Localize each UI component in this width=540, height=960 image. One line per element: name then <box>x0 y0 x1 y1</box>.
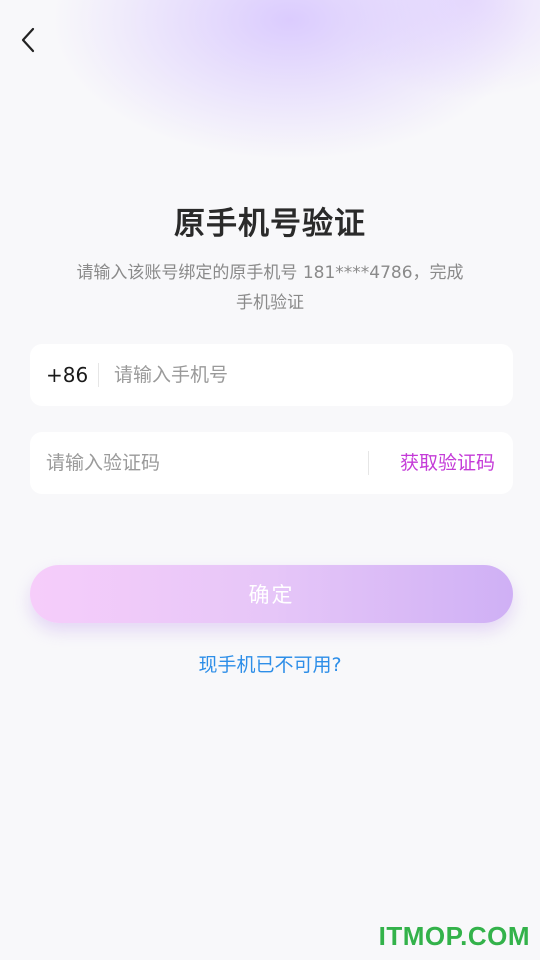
divider <box>368 451 369 475</box>
phone-unavailable-link[interactable]: 现手机已不可用? <box>0 650 540 677</box>
get-code-button[interactable]: 获取验证码 <box>400 432 495 494</box>
verification-code-input[interactable] <box>46 432 356 494</box>
page-title: 原手机号验证 <box>174 206 366 242</box>
confirm-button[interactable]: 确定 <box>30 565 513 623</box>
country-code[interactable]: +86 <box>46 344 88 406</box>
chevron-left-icon <box>21 27 35 53</box>
verification-code-field: 获取验证码 <box>30 432 513 494</box>
phone-input[interactable] <box>114 344 494 406</box>
phone-field: +86 <box>30 344 513 406</box>
back-button[interactable] <box>10 22 46 58</box>
divider <box>98 363 99 387</box>
watermark-logo: ITMOP.COM <box>378 921 530 951</box>
page-subtitle: 请输入该账号绑定的原手机号 181****4786，完成手机验证 <box>76 263 464 313</box>
